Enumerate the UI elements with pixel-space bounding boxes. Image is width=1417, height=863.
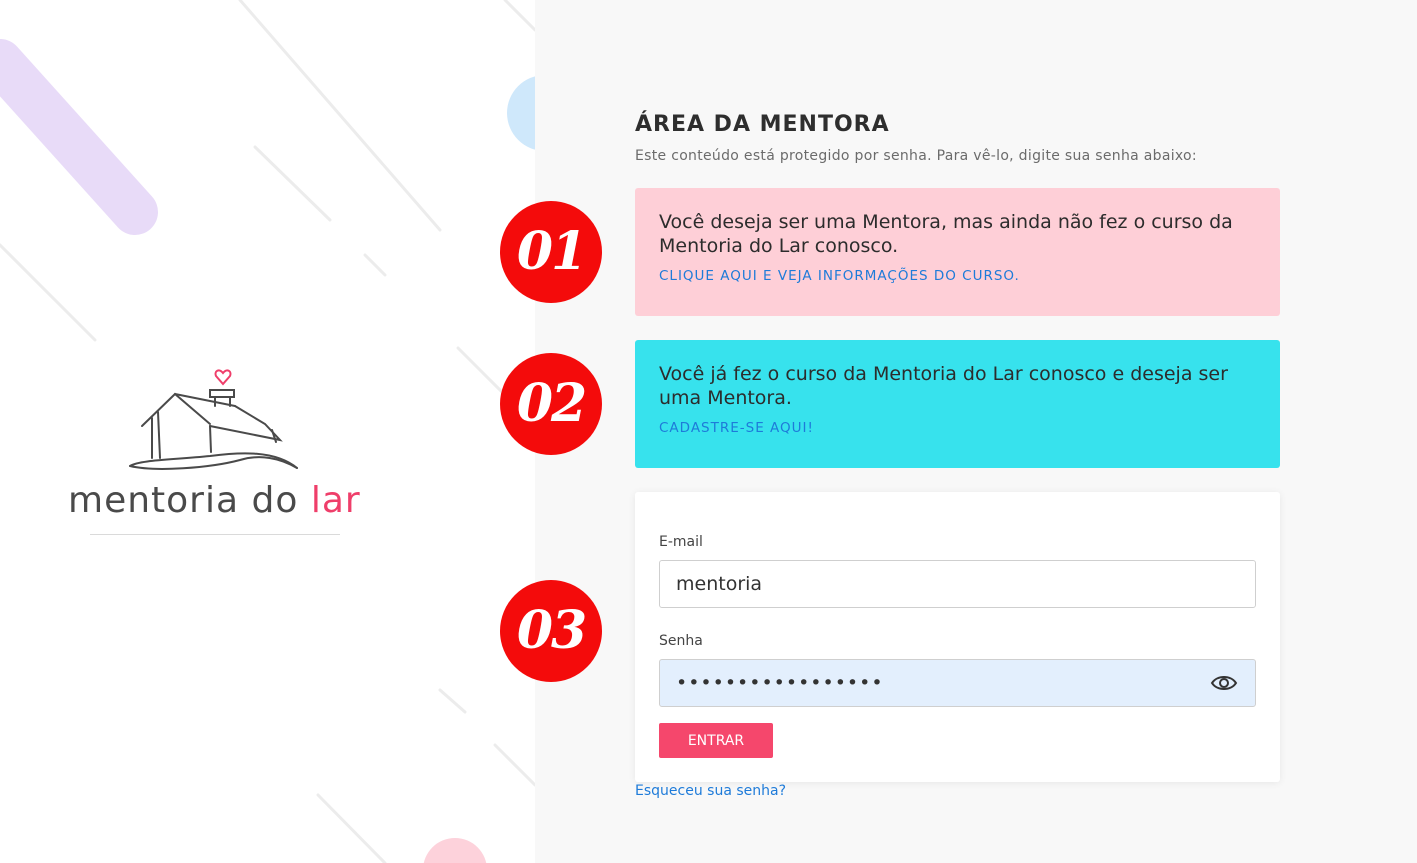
forgot-password-link[interactable]: Esqueceu sua senha?: [635, 783, 786, 799]
page-subtitle: Este conteúdo está protegido por senha. …: [635, 148, 1197, 164]
password-label: Senha: [659, 633, 703, 649]
login-form: E-mail Senha ENTRAR: [635, 492, 1280, 782]
step-badge-01: 01: [500, 201, 602, 303]
mentoria-do-lar-logo: mentoria do lar: [60, 360, 370, 540]
password-input[interactable]: [659, 659, 1256, 707]
email-input[interactable]: [659, 560, 1256, 608]
logo-divider: [90, 534, 340, 535]
register-link[interactable]: CADASTRE-SE AQUI!: [659, 420, 1256, 436]
step-card-text: Você já fez o curso da Mentoria do Lar c…: [659, 363, 1228, 409]
step-badge-02: 02: [500, 353, 602, 455]
logo-wordmark: mentoria do lar: [68, 480, 361, 521]
house-logo-icon: [129, 369, 298, 470]
step-card-course-info: Você deseja ser uma Mentora, mas ainda n…: [635, 188, 1280, 316]
left-panel: mentoria do lar: [0, 0, 535, 863]
step-badge-03: 03: [500, 580, 602, 682]
eye-icon[interactable]: [1210, 673, 1238, 693]
course-info-link[interactable]: CLIQUE AQUI E VEJA INFORMAÇÕES DO CURSO.: [659, 268, 1256, 284]
submit-button[interactable]: ENTRAR: [659, 723, 773, 758]
email-label: E-mail: [659, 534, 703, 550]
logo-wordmark-accent: lar: [310, 480, 361, 521]
page-title: ÁREA DA MENTORA: [635, 112, 890, 137]
step-card-register: Você já fez o curso da Mentoria do Lar c…: [635, 340, 1280, 468]
logo-wordmark-main: mentoria do: [68, 480, 311, 521]
step-card-text: Você deseja ser uma Mentora, mas ainda n…: [659, 211, 1233, 257]
